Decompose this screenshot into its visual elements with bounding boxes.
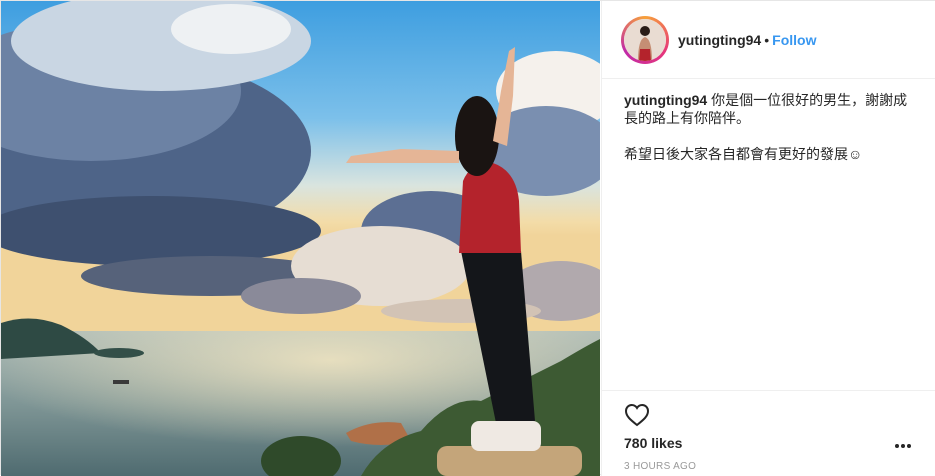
post-actions: 780 likes 3 HOURS AGO — [602, 390, 935, 476]
post-header: yutingting94 • Follow — [602, 1, 935, 79]
post-photo[interactable] — [1, 1, 600, 476]
post-caption: yutingting94 你是個一位很好的男生，謝謝成長的路上有你陪伴。 希望日… — [624, 91, 916, 163]
post-timestamp[interactable]: 3 HOURS AGO — [624, 461, 696, 472]
post-card: yutingting94 • Follow yutingting94 你是個一位很好… — [0, 0, 935, 476]
username-link[interactable]: yutingting94 — [678, 32, 761, 48]
caption-username[interactable]: yutingting94 — [624, 92, 707, 108]
caption-text-line2: 希望日後大家各自都會有更好的發展☺ — [624, 146, 863, 162]
follow-button[interactable]: Follow — [772, 32, 816, 48]
avatar-image — [624, 19, 666, 61]
photo-image — [1, 1, 600, 476]
post-sidebar: yutingting94 • Follow yutingting94 你是個一位很好… — [601, 1, 935, 476]
separator-dot: • — [764, 32, 770, 48]
likes-count[interactable]: 780 likes — [624, 435, 682, 451]
avatar[interactable] — [621, 16, 669, 64]
heart-icon[interactable] — [624, 403, 650, 427]
header-text: yutingting94 • Follow — [678, 31, 816, 49]
more-options-icon[interactable] — [892, 439, 914, 453]
